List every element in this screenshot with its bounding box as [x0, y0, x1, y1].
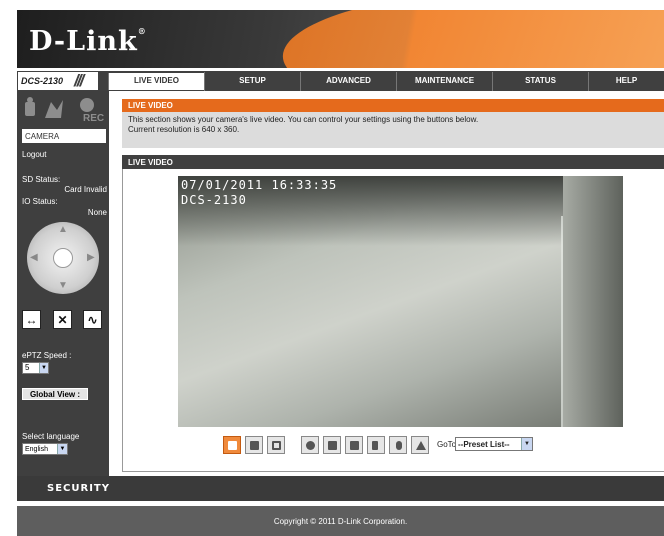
- section-description: This section shows your camera's live vi…: [122, 112, 664, 148]
- header-swoosh: [262, 10, 664, 68]
- io-status-value: None: [87, 208, 107, 217]
- section-title: LIVE VIDEO: [122, 99, 664, 112]
- osd-timestamp: 07/01/2011 16:33:35: [181, 178, 338, 192]
- storage-folder-icon[interactable]: [345, 436, 363, 454]
- ptz-home-button[interactable]: [53, 248, 73, 268]
- io-status-label: IO Status:: [22, 197, 58, 206]
- preset-value: --Preset List--: [458, 440, 510, 449]
- video-window-frame: [561, 216, 563, 427]
- page: D-Link® DCS-2130 /// LIVE VIDEO SETUP AD…: [0, 0, 664, 536]
- description-line-2: Current resolution is 640 x 360.: [128, 125, 240, 134]
- chevron-down-icon: ▼: [521, 438, 532, 450]
- microphone-icon[interactable]: [389, 436, 407, 454]
- tab-advanced[interactable]: ADVANCED: [300, 72, 396, 91]
- copyright: Copyright © 2011 D-Link Corporation.: [17, 506, 664, 536]
- select-language-label: Select language: [22, 432, 80, 441]
- pan-horizontal-button[interactable]: ↔: [22, 310, 41, 329]
- video-toolbar: GoTo --Preset List-- ▼: [223, 436, 643, 456]
- ptz-left-icon[interactable]: ◀: [30, 252, 38, 263]
- tab-live-video[interactable]: LIVE VIDEO: [108, 73, 204, 90]
- eptz-speed-value: 5: [25, 363, 30, 372]
- eptz-speed-label: ePTZ Speed :: [22, 351, 72, 360]
- language-select[interactable]: English ▼: [22, 443, 68, 455]
- top-nav: DCS-2130 /// LIVE VIDEO SETUP ADVANCED M…: [17, 71, 664, 91]
- view-mode-1-icon[interactable]: [223, 436, 241, 454]
- record-icon[interactable]: [323, 436, 341, 454]
- eptz-speed-select[interactable]: 5 ▼: [22, 362, 49, 374]
- ptz-down-icon[interactable]: ▼: [58, 280, 68, 291]
- camera-link[interactable]: CAMERA: [22, 129, 106, 143]
- tab-status[interactable]: STATUS: [492, 72, 588, 91]
- live-video-feed[interactable]: 07/01/2011 16:33:35 DCS-2130: [178, 176, 623, 427]
- app-frame: D-Link® DCS-2130 /// LIVE VIDEO SETUP AD…: [17, 0, 664, 536]
- patrol-button[interactable]: ∿: [83, 310, 102, 329]
- status-icons: REC: [23, 96, 107, 124]
- snapshot-icon[interactable]: [301, 436, 319, 454]
- header-banner: D-Link®: [17, 10, 664, 68]
- status-icons-svg: REC: [25, 97, 104, 124]
- global-view-button[interactable]: Global View :: [22, 388, 88, 400]
- osd-camera-name: DCS-2130: [181, 193, 247, 207]
- sidebar: REC CAMERA Logout SD Status: Card Invali…: [17, 91, 109, 476]
- stop-button[interactable]: ✕: [53, 310, 72, 329]
- model-divider: ///: [74, 71, 84, 90]
- language-value: English: [25, 446, 48, 453]
- main-content: LIVE VIDEO This section shows your camer…: [109, 91, 664, 476]
- ptz-control-pad[interactable]: ▲ ▼ ◀ ▶: [27, 222, 99, 294]
- alert-icon[interactable]: [411, 436, 429, 454]
- speaker-icon[interactable]: [367, 436, 385, 454]
- rec-badge: REC: [83, 113, 104, 122]
- video-header: LIVE VIDEO: [122, 155, 664, 169]
- goto-label: GoTo: [437, 440, 457, 449]
- ptz-right-icon[interactable]: ▶: [87, 252, 95, 263]
- tab-setup[interactable]: SETUP: [204, 72, 300, 91]
- ptz-up-icon[interactable]: ▲: [58, 224, 68, 235]
- sd-status-label: SD Status:: [22, 175, 61, 184]
- dlink-logo: D-Link®: [29, 26, 147, 57]
- description-line-1: This section shows your camera's live vi…: [128, 115, 479, 124]
- security-bar: SECURITY: [17, 476, 664, 501]
- video-wall: [563, 176, 623, 427]
- fullscreen-icon[interactable]: [267, 436, 285, 454]
- security-label: SECURITY: [47, 483, 110, 494]
- chevron-down-icon: ▼: [39, 363, 48, 373]
- view-mode-2-icon[interactable]: [245, 436, 263, 454]
- video-panel: 07/01/2011 16:33:35 DCS-2130 GoTo --Pres…: [122, 169, 664, 472]
- preset-select[interactable]: --Preset List-- ▼: [455, 437, 533, 451]
- sd-status-value: Card Invalid: [64, 185, 107, 194]
- logout-link[interactable]: Logout: [22, 150, 46, 159]
- chevron-down-icon: ▼: [57, 444, 67, 454]
- tab-maintenance[interactable]: MAINTENANCE: [396, 72, 492, 91]
- tab-help[interactable]: HELP: [588, 72, 664, 91]
